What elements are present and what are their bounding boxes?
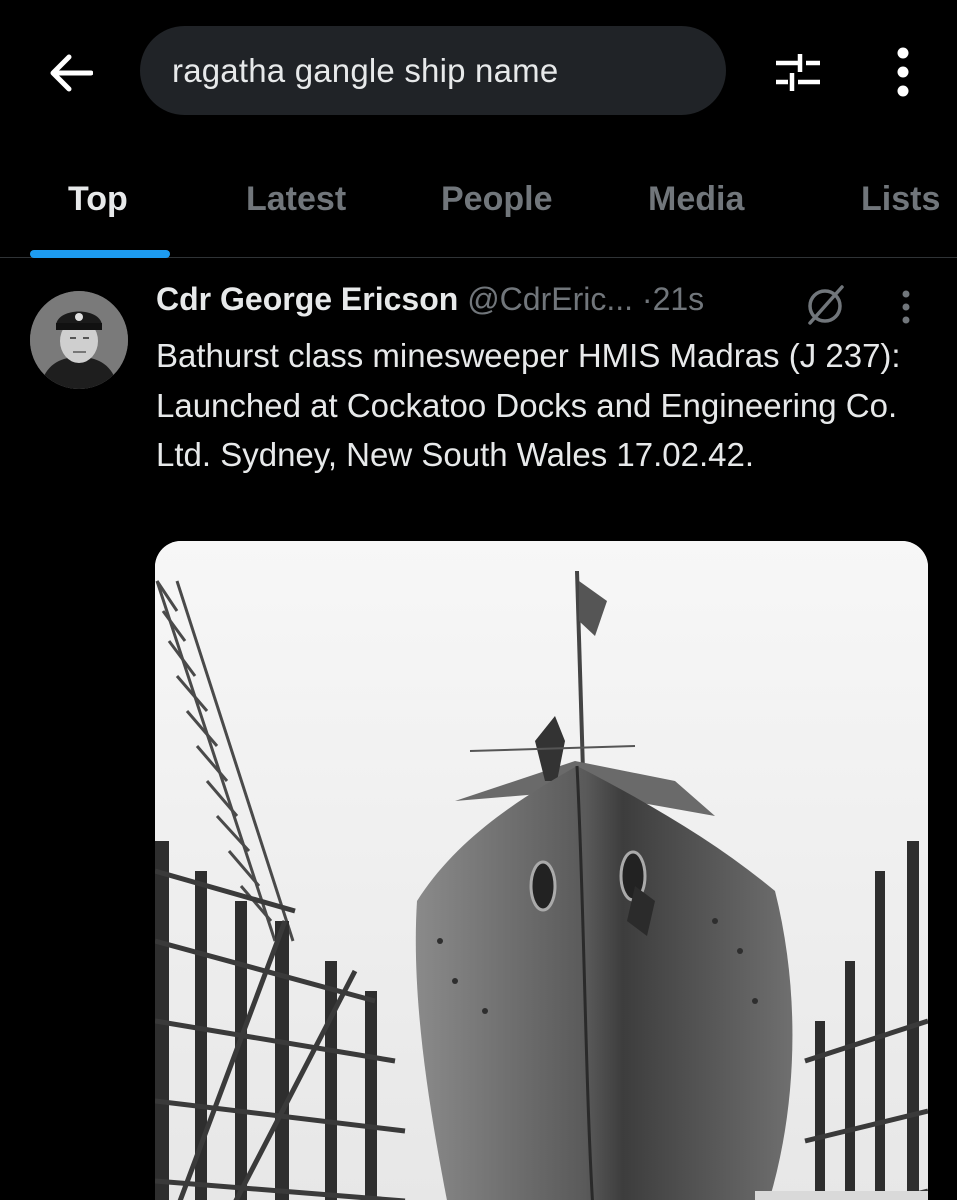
tab-people[interactable]: People <box>441 180 552 219</box>
tweet-photo[interactable] <box>155 541 928 1200</box>
tab-top[interactable]: Top <box>68 180 128 219</box>
search-tabs: Top Latest People Media Lists <box>0 150 957 258</box>
more-options-button[interactable] <box>872 40 934 104</box>
more-vertical-icon <box>902 290 910 324</box>
avatar-photo <box>30 291 128 389</box>
tweet-text: Bathurst class minesweeper HMIS Madras (… <box>156 337 901 473</box>
search-query: ragatha gangle ship name <box>172 51 559 89</box>
grok-icon[interactable] <box>804 283 848 327</box>
active-tab-indicator <box>30 250 170 258</box>
top-bar: ragatha gangle ship name <box>0 0 957 150</box>
tab-lists[interactable]: Lists <box>861 180 940 219</box>
ship-launch-photo <box>155 541 928 1200</box>
search-results-screen: ragatha gangle ship name Top Latest Peop… <box>0 0 957 1200</box>
tweet[interactable]: Cdr George Ericson @CdrEric... ·21s Bath… <box>0 259 957 1200</box>
timestamp[interactable]: 21s <box>653 281 705 317</box>
sliders-icon <box>776 54 820 91</box>
author-handle[interactable]: @CdrEric... <box>467 281 633 317</box>
avatar[interactable] <box>30 291 128 389</box>
search-input[interactable]: ragatha gangle ship name <box>140 26 726 115</box>
arrow-left-icon <box>50 54 93 92</box>
author-name[interactable]: Cdr George Ericson <box>156 281 458 317</box>
search-filter-button[interactable] <box>766 40 830 104</box>
tab-media[interactable]: Media <box>648 180 744 219</box>
more-vertical-icon <box>897 47 909 97</box>
back-button[interactable] <box>40 42 102 104</box>
separator: · <box>641 281 653 317</box>
tweet-header: Cdr George Ericson @CdrEric... ·21s <box>156 281 936 331</box>
tweet-more-button[interactable] <box>892 287 920 327</box>
tab-latest[interactable]: Latest <box>246 180 346 219</box>
